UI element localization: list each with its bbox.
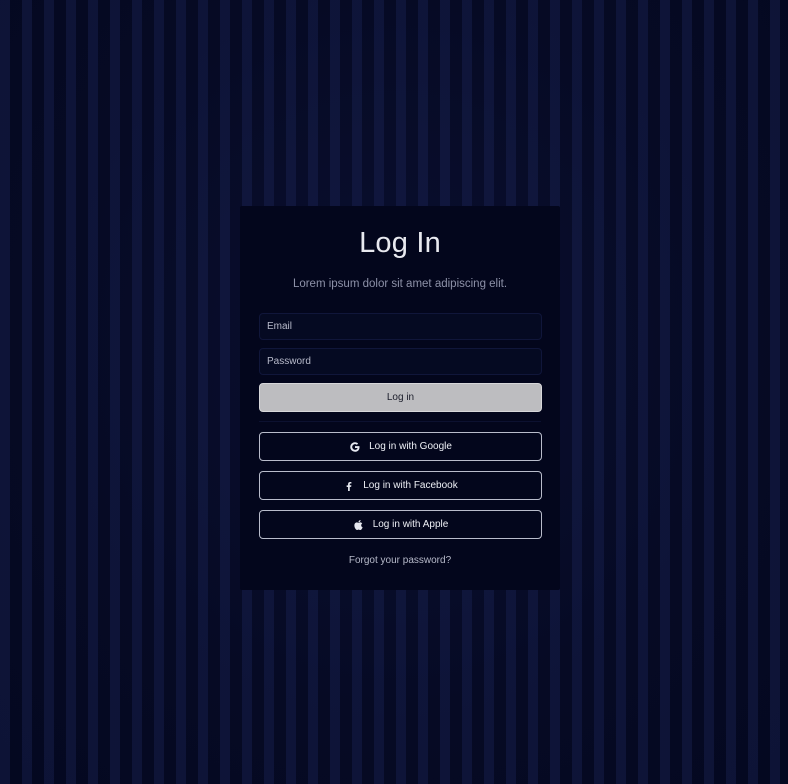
google-icon (349, 441, 361, 453)
divider (259, 421, 541, 422)
login-button[interactable]: Log in (259, 383, 542, 412)
facebook-icon (343, 480, 355, 492)
login-apple-button[interactable]: Log in with Apple (259, 510, 542, 539)
apple-icon (353, 519, 365, 531)
login-facebook-button[interactable]: Log in with Facebook (259, 471, 542, 500)
login-google-button[interactable]: Log in with Google (259, 432, 542, 461)
facebook-label: Log in with Facebook (363, 480, 458, 491)
forgot-password-link[interactable]: Forgot your password? (259, 555, 541, 566)
login-card: Log In Lorem ipsum dolor sit amet adipis… (240, 206, 560, 590)
password-field[interactable] (259, 348, 542, 375)
subtitle: Lorem ipsum dolor sit amet adipiscing el… (292, 278, 508, 290)
page-title: Log In (359, 227, 441, 259)
apple-label: Log in with Apple (372, 519, 449, 530)
email-field[interactable] (259, 313, 542, 340)
google-label: Log in with Google (369, 441, 452, 452)
